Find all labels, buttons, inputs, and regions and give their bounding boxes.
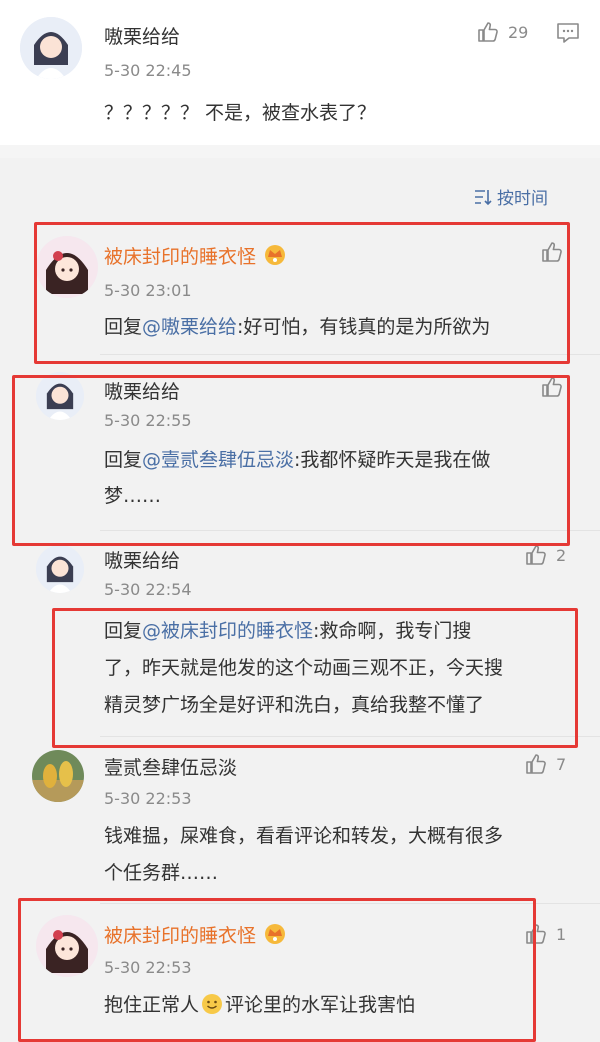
thumbs-up-icon [526,545,546,565]
replies-section [0,158,600,1042]
like-button[interactable]: 2 [524,543,566,567]
reply-username[interactable]: 被床封印的睡衣怪 [104,242,288,271]
thumbs-up-icon [526,924,546,944]
reply-text: 回复@壹贰叁肆伍忌淡:我都怀疑昨天是我在做 [104,449,491,471]
avatar[interactable] [36,236,98,298]
avatar[interactable] [36,372,84,420]
comment-button[interactable] [555,21,581,49]
mention-link[interactable]: @嗷栗给给 [142,316,237,338]
comment-icon [557,23,579,43]
reply-timestamp: 5-30 22:54 [104,580,192,599]
reply-text-continued: 了，昨天就是他发的这个动画三观不正，今天搜 [104,657,504,679]
thumbs-up-icon [526,754,546,774]
thumbs-up-icon [478,22,498,42]
like-button[interactable]: 7 [524,752,566,776]
comment-text: ？？？？？ 不是，被查水表了？ [104,102,377,124]
smile-emoji-icon [201,991,223,1027]
like-button[interactable]: 29 [476,20,528,44]
reply-text-continued: 精灵梦广场全是好评和洗白，真给我整不懂了 [104,694,485,716]
like-count: 2 [556,545,567,565]
like-count: 29 [508,22,529,42]
sort-icon [475,189,492,205]
thumbs-up-icon [542,377,562,397]
like-button[interactable]: 1 [524,922,566,946]
vip-crown-icon [262,921,288,950]
reply-timestamp: 5-30 22:53 [104,958,192,977]
comment-timestamp: 5-30 22:45 [104,61,192,80]
reply-username[interactable]: 嗷栗给给 [104,377,180,404]
avatar[interactable] [36,915,98,977]
sort-toggle[interactable]: 按时间 [473,184,548,209]
like-count: 1 [556,924,567,944]
like-button[interactable] [540,240,564,264]
reply-username[interactable]: 壹贰叁肆伍忌淡 [104,753,237,780]
reply-timestamp: 5-30 23:01 [104,281,192,300]
reply-text-continued: 个任务群…… [104,862,219,884]
avatar[interactable] [20,17,82,79]
divider [100,903,600,904]
reply-text: 回复@嗷栗给给:好可怕，有钱真的是为所欲为 [104,316,491,338]
avatar[interactable] [36,545,84,593]
comment-username[interactable]: 嗷栗给给 [104,22,180,49]
like-count: 7 [556,754,567,774]
reply-text: 钱难揾，屎难食，看看评论和转发，大概有很多 [104,825,504,847]
reply-text: 抱住正常人 评论里的水军让我害怕 [104,987,415,1027]
divider [100,736,600,737]
reply-text: 回复@被床封印的睡衣怪:救命啊，我专门搜 [104,620,472,642]
top-comment-card: 嗷栗给给 5-30 22:45 29 ？？？？？ 不是，被查水表了？ [0,0,600,145]
divider [100,354,600,355]
reply-username[interactable]: 嗷栗给给 [104,546,180,573]
like-button[interactable] [540,375,564,399]
mention-link[interactable]: @壹贰叁肆伍忌淡 [142,449,294,471]
avatar[interactable] [32,750,84,802]
mention-link[interactable]: @被床封印的睡衣怪 [142,620,313,642]
divider [100,530,600,531]
vip-crown-icon [262,242,288,271]
thumbs-up-icon [542,242,562,262]
reply-username[interactable]: 被床封印的睡衣怪 [104,921,288,950]
reply-text-continued: 梦…… [104,485,162,507]
sort-label: 按时间 [497,189,548,209]
reply-timestamp: 5-30 22:55 [104,411,192,430]
reply-timestamp: 5-30 22:53 [104,789,192,808]
